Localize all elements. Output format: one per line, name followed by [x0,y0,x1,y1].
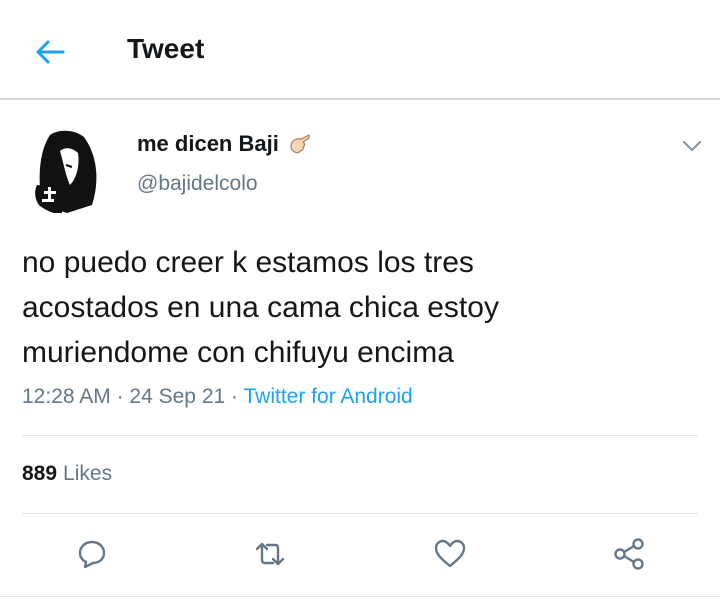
retweet-button[interactable] [250,534,290,574]
avatar-image [22,125,112,215]
tweet-source-link[interactable]: Twitter for Android [244,385,413,408]
divider [22,513,698,514]
page-title: Tweet [127,33,205,64]
top-bar: Tweet [0,0,720,100]
share-button[interactable] [609,534,649,574]
heart-icon [434,539,466,568]
share-icon [614,538,644,570]
avatar[interactable] [22,125,112,215]
reply-icon [78,540,106,569]
arrow-left-icon [36,40,65,64]
user-handle[interactable]: @bajidelcolo [137,172,258,196]
more-options-button[interactable] [678,132,706,160]
divider [22,435,698,436]
bottom-divider [0,596,720,597]
tweet-text: no puedo creer k estamos los tres acosta… [22,240,702,375]
retweet-icon [255,542,285,566]
reply-button[interactable] [72,534,112,574]
tweet-text-line: muriendome con chifuyu encima [22,336,454,369]
meta-separator: · [231,385,239,408]
like-button[interactable] [430,534,470,574]
likes-stat[interactable]: 889 Likes [22,462,112,486]
hand-emoji-icon [287,132,311,156]
chevron-down-icon [682,140,702,152]
back-button[interactable] [30,32,70,72]
author-name-row[interactable]: me dicen Baji [137,131,311,157]
tweet-date: 24 Sep 21 [129,385,226,408]
meta-separator: · [116,385,124,408]
likes-label: Likes [63,462,113,485]
tweet-meta: 12:28 AM · 24 Sep 21 · Twitter for Andro… [22,385,413,409]
tweet-text-line: acostados en una cama chica estoy [22,291,499,324]
display-name[interactable]: me dicen Baji [137,131,279,157]
likes-count: 889 [22,462,58,485]
tweet-time: 12:28 AM [22,385,111,408]
tweet-text-line: no puedo creer k estamos los tres [22,246,474,279]
